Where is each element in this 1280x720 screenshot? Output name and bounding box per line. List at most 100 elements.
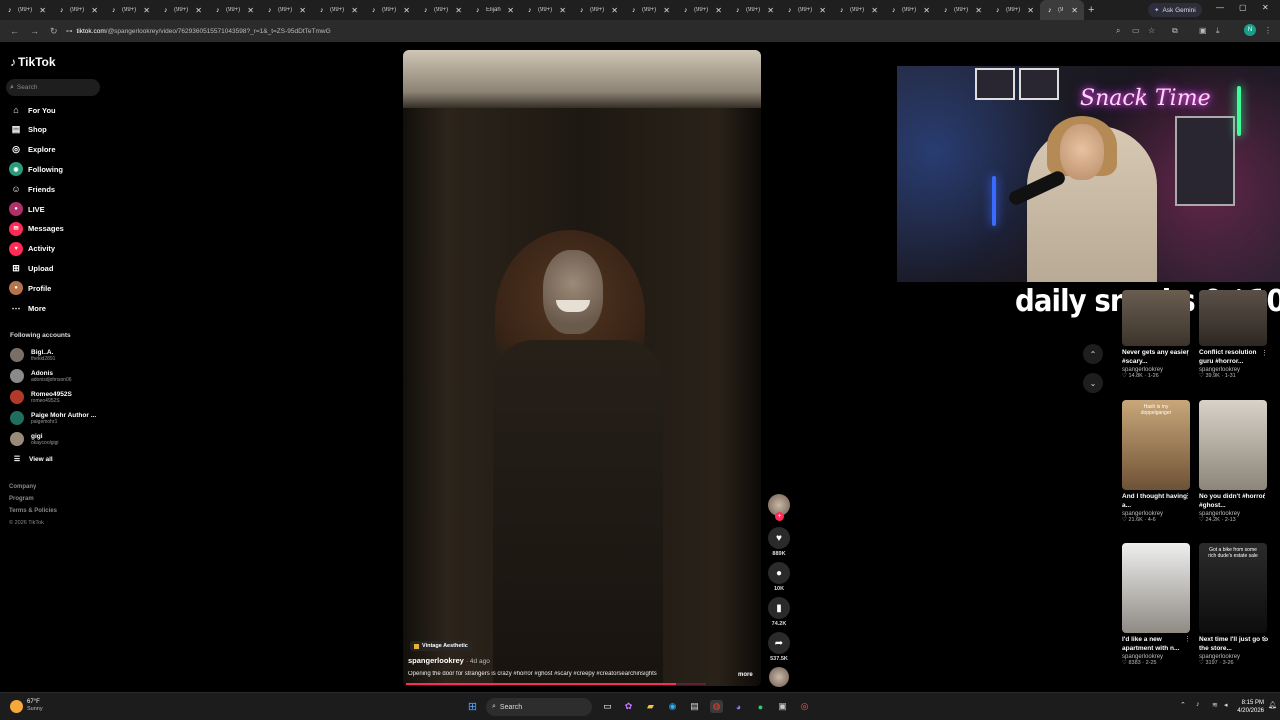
comment-button[interactable]: ● [768,562,790,584]
extensions-icon[interactable]: ⧉ [1172,26,1178,36]
browser-tab[interactable]: ♪ (99+) ✕ [728,0,780,20]
store-icon[interactable]: ▤ [688,700,701,713]
browser-tab[interactable]: ♪ (99+) ✕ [988,0,1040,20]
next-video-button[interactable]: ⌄ [1083,373,1103,393]
notification-bell-icon[interactable]: 🔔︎ [1268,701,1277,709]
zoom-icon[interactable]: ⌕ [1116,26,1120,36]
browser-tab[interactable]: ♪ (99+) ✕ [676,0,728,20]
card-menu-icon[interactable]: ⋮ [1184,635,1191,643]
browser-tab[interactable]: ♪ (99+) ✕ [416,0,468,20]
browser-tab[interactable]: ♪ (99+) ✕ [936,0,988,20]
sidebar-item-explore[interactable]: ◎ Explore [9,142,55,158]
bookmark-star-icon[interactable]: ☆ [1148,26,1155,35]
sidebar-item-profile[interactable]: ● Profile [9,280,51,296]
reload-icon[interactable]: ↻ [50,26,60,37]
ask-gemini-button[interactable]: ✦ Ask Gemini [1148,3,1202,17]
close-tab-icon[interactable]: ✕ [195,6,202,15]
copilot-icon[interactable]: ✿ [622,700,635,713]
browser-tab[interactable]: ♪ (99+) ✕ [572,0,624,20]
close-tab-icon[interactable]: ✕ [247,6,254,15]
effect-tag[interactable]: Vintage Aesthetic [410,641,472,651]
close-tab-icon[interactable]: ✕ [1071,6,1078,15]
video-thumbnail[interactable] [1122,290,1190,346]
card-menu-icon[interactable]: ⋮ [1261,492,1268,500]
view-all-link[interactable]: ☰ View all [10,451,53,467]
close-tab-icon[interactable]: ✕ [143,6,150,15]
previous-video-button[interactable]: ⌃ [1083,344,1103,364]
browser-tab[interactable]: ♪ (99+) ✕ [624,0,676,20]
footer-program[interactable]: Program [9,496,34,502]
sidebar-item-friends[interactable]: ☺ Friends [9,181,55,197]
tiktok-logo[interactable]: ♪ TikTok [10,55,56,69]
discord-icon[interactable]: ◕ [732,700,745,713]
recommended-video-card[interactable]: I'd like a new apartment with n... spange… [1122,543,1192,666]
taskbar-search[interactable]: ⌕ Search [486,698,592,716]
close-tab-icon[interactable]: ✕ [975,6,982,15]
close-tab-icon[interactable]: ✕ [1027,6,1034,15]
browser-tab[interactable]: ♪ Elijah ✕ [468,0,520,20]
volume-icon[interactable]: ◂ [1224,701,1228,709]
video-thumbnail[interactable]: Got a bike from some rich dude's estate … [1199,543,1267,633]
footer-company[interactable]: Company [9,484,36,490]
sidebar-item-following[interactable]: ◉ Following [9,161,63,177]
system-clock[interactable]: 8:15 PM 4/20/2026 [1234,699,1264,715]
following-account[interactable]: Romeo4952S romeo4952S [10,388,72,406]
new-tab-button[interactable]: + [1088,4,1094,16]
close-tab-icon[interactable]: ✕ [767,6,774,15]
recommended-video-card[interactable]: Conflict resolution guru #horror... spang… [1199,290,1269,379]
sidebar-item-live[interactable]: ● LIVE [9,201,45,217]
download-icon[interactable]: ⤓ [1216,26,1220,36]
browser-tab[interactable]: ♪ (99+) ✕ [156,0,208,20]
share-button[interactable]: ➦ [768,632,790,654]
close-tab-icon[interactable]: ✕ [39,6,46,15]
media-app-icon[interactable]: ▣ [776,700,789,713]
search-input[interactable]: ⌕ Search [6,79,100,96]
music-disc-avatar[interactable] [769,667,789,687]
video-thumbnail[interactable]: Hash is my doppelganger [1122,400,1190,490]
wifi-icon[interactable]: ≋ [1212,701,1218,709]
recommended-video-card[interactable]: Got a bike from some rich dude's estate … [1199,543,1269,666]
following-account[interactable]: Paige Mohr Author ... paigemohr1 [10,409,96,427]
sidebar-item-messages[interactable]: ✉ Messages [9,221,64,237]
like-button[interactable]: ♥ [768,527,790,549]
file-explorer-icon[interactable]: ▰ [644,700,657,713]
video-player[interactable]: Vintage Aesthetic spangerlookrey · 4d ag… [403,50,761,686]
card-menu-icon[interactable]: ⋮ [1184,349,1191,357]
close-tab-icon[interactable]: ✕ [611,6,618,15]
close-tab-icon[interactable]: ✕ [403,6,410,15]
caption-more-button[interactable]: more [738,672,753,678]
minimize-icon[interactable]: — [1216,3,1224,12]
recommended-video-card[interactable]: Hash is my doppelganger And I thought hav… [1122,400,1192,523]
browser-tab[interactable]: ♪ (99+) ✕ [52,0,104,20]
following-account[interactable]: Adonis adonisdjohnson06 [10,367,72,385]
browser-tab[interactable]: ♪ (99+) ✕ [364,0,416,20]
browser-tab[interactable]: ♪ (99+) ✕ [312,0,364,20]
video-author[interactable]: spangerlookrey · 4d ago [408,656,490,665]
browser-tab[interactable]: ♪ (99+) ✕ [208,0,260,20]
tray-chevron-icon[interactable]: ⌃ [1180,701,1186,709]
close-tab-icon[interactable]: ✕ [507,6,514,15]
browser-tab[interactable]: ♪ (99+) ✕ [0,0,52,20]
sidebar-item-activity[interactable]: ♥ Activity [9,241,55,257]
weather-widget[interactable]: 67°F Sunny [10,699,43,713]
follow-plus-icon[interactable]: + [775,512,784,521]
close-tab-icon[interactable]: ✕ [455,6,462,15]
recommended-video-card[interactable]: No you didn't #horror #ghost... spangerlo… [1199,400,1269,523]
back-icon[interactable]: ← [10,26,20,36]
close-tab-icon[interactable]: ✕ [923,6,930,15]
maximize-icon[interactable]: ▢ [1239,3,1247,12]
browser-tab[interactable]: ♪ (99+) ✕ [520,0,572,20]
site-info-icon[interactable]: ⊶ [66,27,73,35]
close-tab-icon[interactable]: ✕ [351,6,358,15]
browser-tab[interactable]: ♪ (99+) ✕ [260,0,312,20]
card-menu-icon[interactable]: ⋮ [1261,635,1268,643]
edge-icon[interactable]: ◉ [666,700,679,713]
profile-avatar-icon[interactable]: N [1244,24,1256,36]
save-button[interactable]: ▮ [768,597,790,619]
sidebar-item-for-you[interactable]: ⌂ For You [9,102,55,118]
video-thumbnail[interactable] [1199,400,1267,490]
following-account[interactable]: gigi okaycoolgigi [10,430,59,448]
cast-icon[interactable]: ▭ [1132,26,1140,35]
close-tab-icon[interactable]: ✕ [559,6,566,15]
browser-tab[interactable]: ♪ (99+) ✕ [780,0,832,20]
